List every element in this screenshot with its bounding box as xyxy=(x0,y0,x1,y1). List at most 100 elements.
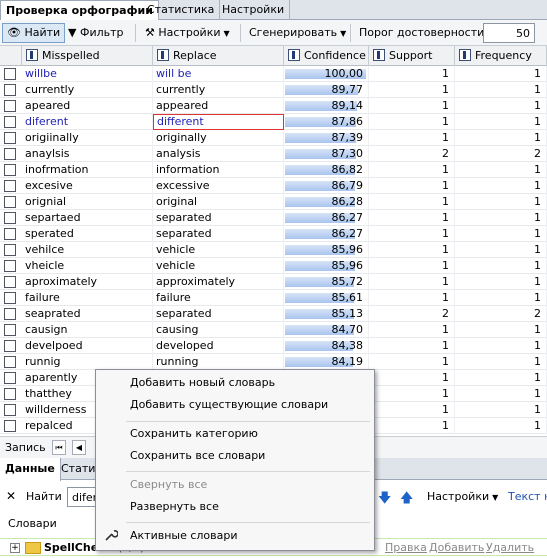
first-record-button[interactable]: ⏮ xyxy=(52,440,66,455)
row-checkbox[interactable] xyxy=(4,292,16,304)
row-checkbox[interactable] xyxy=(4,212,16,224)
cell-confidence: 86,27 xyxy=(284,210,369,226)
find-button[interactable]: 👁 Найти xyxy=(2,23,66,43)
menu-add-existing-dictionaries[interactable]: Добавить существующие словари xyxy=(130,395,328,415)
arrow-down-icon[interactable]: 🡇 xyxy=(378,489,391,511)
context-menu: Добавить новый словарь Добавить существу… xyxy=(95,369,375,551)
table-row[interactable]: diferent different 87,86 1 1 xyxy=(0,114,547,130)
search-text-link[interactable]: Текст н xyxy=(508,490,547,503)
table-row[interactable]: inofrmation information 86,82 1 1 xyxy=(0,162,547,178)
cell-replace[interactable]: appeared xyxy=(153,98,284,114)
table-row[interactable]: apeared appeared 89,14 1 1 xyxy=(0,98,547,114)
cell-replace[interactable]: separated xyxy=(153,210,284,226)
menu-active-dictionaries[interactable]: Активные словари xyxy=(130,526,238,546)
table-row[interactable]: excesive excessive 86,79 1 1 xyxy=(0,178,547,194)
row-checkbox[interactable] xyxy=(4,372,16,384)
cell-replace[interactable]: running xyxy=(153,354,284,370)
row-checkbox[interactable] xyxy=(4,404,16,416)
table-row[interactable]: develpoed developed 84,38 1 1 xyxy=(0,338,547,354)
table-row[interactable]: currently currently 89,77 1 1 xyxy=(0,82,547,98)
row-checkbox[interactable] xyxy=(4,228,16,240)
header-confidence[interactable]: Confidence xyxy=(284,46,369,66)
cell-replace[interactable]: currently xyxy=(153,82,284,98)
cell-frequency: 1 xyxy=(455,162,547,178)
cell-replace[interactable]: approximately xyxy=(153,274,284,290)
row-checkbox[interactable] xyxy=(4,84,16,96)
dictionary-add-link[interactable]: Добавить xyxy=(429,541,484,554)
table-row[interactable]: vheicle vehicle 85,96 1 1 xyxy=(0,258,547,274)
row-checkbox[interactable] xyxy=(4,244,16,256)
table-row[interactable]: aproximately approximately 85,72 1 1 xyxy=(0,274,547,290)
search-settings-dropdown[interactable]: Настройки ▼ xyxy=(427,490,498,503)
arrow-up-icon[interactable]: 🡅 xyxy=(400,489,413,511)
menu-expand-all[interactable]: Развернуть все xyxy=(130,497,219,517)
dictionary-edit-link[interactable]: Правка xyxy=(385,541,427,554)
row-checkbox[interactable] xyxy=(4,356,16,368)
menu-add-new-dictionary[interactable]: Добавить новый словарь xyxy=(130,373,275,393)
cell-replace[interactable]: will be xyxy=(153,66,284,82)
table-row[interactable]: seaprated separated 85,13 2 2 xyxy=(0,306,547,322)
cell-frequency-text: 1 xyxy=(534,195,541,208)
row-checkbox[interactable] xyxy=(4,340,16,352)
row-checkbox[interactable] xyxy=(4,132,16,144)
tab-spellcheck[interactable]: Проверка орфографии xyxy=(0,0,159,21)
cell-replace[interactable]: separated xyxy=(153,226,284,242)
row-checkbox[interactable] xyxy=(4,68,16,80)
cell-frequency: 1 xyxy=(455,274,547,290)
table-row[interactable]: anaylsis analysis 87,30 2 2 xyxy=(0,146,547,162)
dictionary-remove-link[interactable]: Удалить xyxy=(486,541,534,554)
header-misspelled[interactable]: Misspelled xyxy=(22,46,153,66)
row-checkbox[interactable] xyxy=(4,180,16,192)
prev-record-button[interactable]: ◀ xyxy=(72,440,86,455)
cell-replace[interactable]: analysis xyxy=(153,146,284,162)
table-row[interactable]: causign causing 84,70 1 1 xyxy=(0,322,547,338)
menu-save-category[interactable]: Сохранить категорию xyxy=(130,424,258,444)
header-frequency[interactable]: Frequency xyxy=(455,46,547,66)
row-checkbox[interactable] xyxy=(4,388,16,400)
cell-replace-text: approximately xyxy=(156,275,236,288)
table-row[interactable]: vehilce vehicle 85,96 1 1 xyxy=(0,242,547,258)
cell-replace[interactable]: originally xyxy=(153,130,284,146)
filter-button[interactable]: ▼ Фильтр xyxy=(63,23,129,43)
header-support[interactable]: Support xyxy=(369,46,455,66)
row-checkbox[interactable] xyxy=(4,116,16,128)
row-checkbox[interactable] xyxy=(4,100,16,112)
cell-replace[interactable]: causing xyxy=(153,322,284,338)
cell-replace[interactable]: vehicle xyxy=(153,258,284,274)
cell-replace[interactable]: separated xyxy=(153,306,284,322)
table-row[interactable]: willbe will be 100,00 1 1 xyxy=(0,66,547,82)
row-checkbox[interactable] xyxy=(4,308,16,320)
row-checkbox[interactable] xyxy=(4,148,16,160)
header-replace[interactable]: Replace xyxy=(153,46,284,66)
row-checkbox[interactable] xyxy=(4,260,16,272)
cell-replace[interactable]: vehicle xyxy=(153,242,284,258)
cell-replace[interactable]: developed xyxy=(153,338,284,354)
table-row[interactable]: separtaed separated 86,27 1 1 xyxy=(0,210,547,226)
tab-settings[interactable]: Настройки xyxy=(217,0,291,20)
cell-frequency-text: 1 xyxy=(534,243,541,256)
row-checkbox[interactable] xyxy=(4,164,16,176)
table-row[interactable]: runnig running 84,19 1 1 xyxy=(0,354,547,370)
row-checkbox[interactable] xyxy=(4,324,16,336)
cell-replace[interactable]: original xyxy=(153,194,284,210)
generate-dropdown[interactable]: Сгенерировать ▼ xyxy=(244,23,351,43)
table-row[interactable]: orignial original 86,28 1 1 xyxy=(0,194,547,210)
settings-dropdown[interactable]: ⚒ Настройки ▼ xyxy=(140,23,235,43)
table-row[interactable]: sperated separated 86,27 1 1 xyxy=(0,226,547,242)
cell-replace[interactable]: failure xyxy=(153,290,284,306)
cell-replace[interactable]: information xyxy=(153,162,284,178)
cell-replace[interactable]: different xyxy=(153,114,284,130)
row-checkbox[interactable] xyxy=(4,276,16,288)
close-icon[interactable]: ✕ xyxy=(6,489,16,503)
table-row[interactable]: failure failure 85,61 1 1 xyxy=(0,290,547,306)
menu-save-all-dictionaries[interactable]: Сохранить все словари xyxy=(130,446,265,466)
tab-data[interactable]: Данные xyxy=(0,458,61,481)
tab-statistics[interactable]: Статистика xyxy=(142,0,221,20)
threshold-input[interactable] xyxy=(483,23,535,43)
row-checkbox[interactable] xyxy=(4,420,16,432)
expand-icon[interactable]: + xyxy=(10,543,20,553)
row-checkbox[interactable] xyxy=(4,196,16,208)
table-row[interactable]: origiinally originally 87,39 1 1 xyxy=(0,130,547,146)
cell-replace-text: information xyxy=(156,163,220,176)
cell-replace[interactable]: excessive xyxy=(153,178,284,194)
